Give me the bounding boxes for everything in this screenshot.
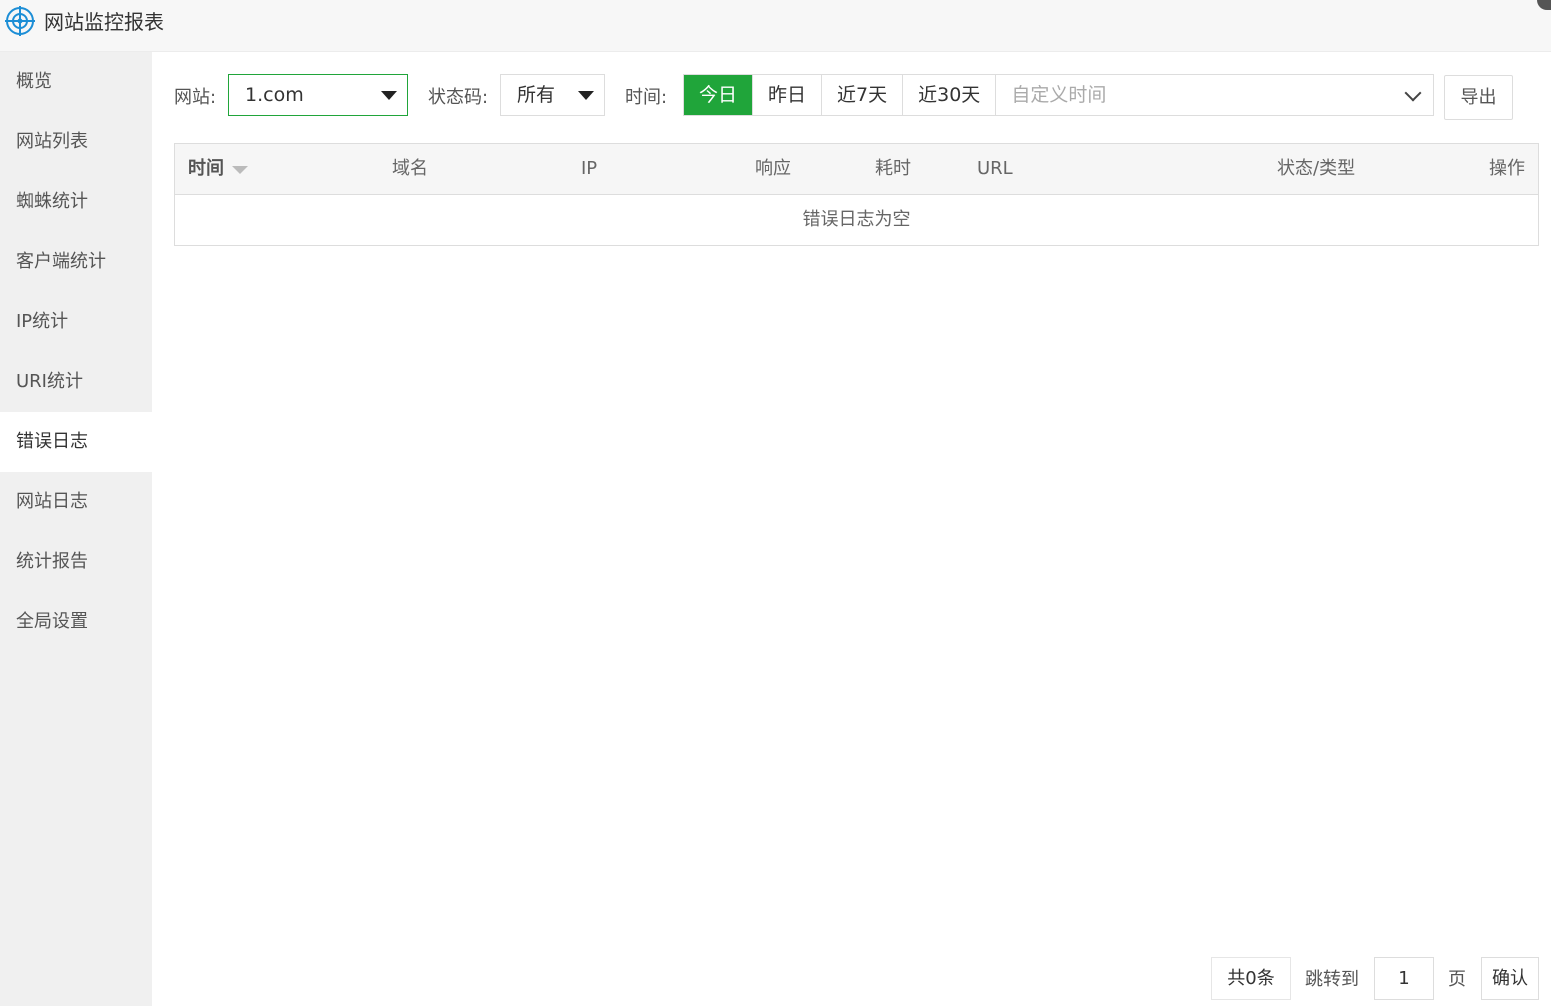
sidebar-item-overview[interactable]: 概览 (0, 52, 152, 112)
site-select[interactable]: 1.com (228, 74, 408, 116)
status-code-label: 状态码: (428, 87, 489, 108)
pagination-total: 共0条 (1211, 957, 1291, 1000)
sidebar-item-global-settings[interactable]: 全局设置 (0, 592, 152, 652)
time-30days-button[interactable]: 近30天 (903, 75, 997, 115)
custom-time-picker[interactable]: 自定义时间 (996, 75, 1434, 115)
time-7days-button[interactable]: 近7天 (822, 75, 904, 115)
status-code-select[interactable]: 所有 (500, 74, 605, 116)
caret-down-icon (578, 91, 594, 100)
pagination-confirm-button[interactable]: 确认 (1481, 957, 1539, 1000)
custom-time-placeholder: 自定义时间 (1011, 84, 1107, 106)
column-header-ip: IP (581, 158, 598, 179)
column-header-response: 响应 (755, 158, 791, 179)
site-label: 网站: (174, 87, 217, 108)
table-header: 时间 域名 IP 响应 耗时 URL 状态/类型 操作 (175, 144, 1538, 195)
table-empty-message: 错误日志为空 (802, 209, 911, 230)
error-log-table: 时间 域名 IP 响应 耗时 URL 状态/类型 操作 错误日志为空 (174, 143, 1539, 246)
pagination-page-input[interactable] (1374, 957, 1434, 1000)
window-corner-mark (1537, 0, 1551, 10)
crosshair-globe-icon (5, 6, 35, 36)
site-select-value: 1.com (245, 84, 304, 106)
column-header-time[interactable]: 时间 (188, 157, 224, 181)
sidebar-item-uri-stats[interactable]: URI统计 (0, 352, 152, 412)
sidebar-item-site-list[interactable]: 网站列表 (0, 112, 152, 172)
time-range-group: 今日 昨日 近7天 近30天 自定义时间 (683, 74, 1435, 116)
column-header-duration: 耗时 (875, 158, 911, 179)
chevron-down-icon (1404, 84, 1422, 102)
sidebar-item-spider-stats[interactable]: 蜘蛛统计 (0, 172, 152, 232)
time-label: 时间: (625, 87, 668, 108)
caret-down-icon (381, 91, 397, 100)
sort-down-icon[interactable] (232, 166, 248, 174)
time-today-button[interactable]: 今日 (684, 75, 754, 115)
time-yesterday-button[interactable]: 昨日 (753, 75, 823, 115)
sidebar: 概览 网站列表 蜘蛛统计 客户端统计 IP统计 URI统计 错误日志 网站日志 … (0, 52, 152, 1006)
pagination-page-suffix: 页 (1448, 969, 1466, 990)
column-header-status-type: 状态/类型 (1277, 158, 1356, 179)
sidebar-item-report[interactable]: 统计报告 (0, 532, 152, 592)
sidebar-item-ip-stats[interactable]: IP统计 (0, 292, 152, 352)
column-header-url: URL (977, 158, 1013, 179)
pagination-jump-label: 跳转到 (1305, 969, 1359, 990)
sidebar-item-client-stats[interactable]: 客户端统计 (0, 232, 152, 292)
sidebar-item-site-log[interactable]: 网站日志 (0, 472, 152, 532)
column-header-domain: 域名 (392, 158, 428, 179)
export-button[interactable]: 导出 (1444, 75, 1513, 120)
status-code-select-value: 所有 (517, 84, 556, 106)
column-header-actions: 操作 (1489, 158, 1525, 179)
title-bar: 网站监控报表 (0, 0, 1551, 52)
app-title: 网站监控报表 (44, 10, 164, 34)
sidebar-item-error-log[interactable]: 错误日志 (0, 412, 152, 472)
